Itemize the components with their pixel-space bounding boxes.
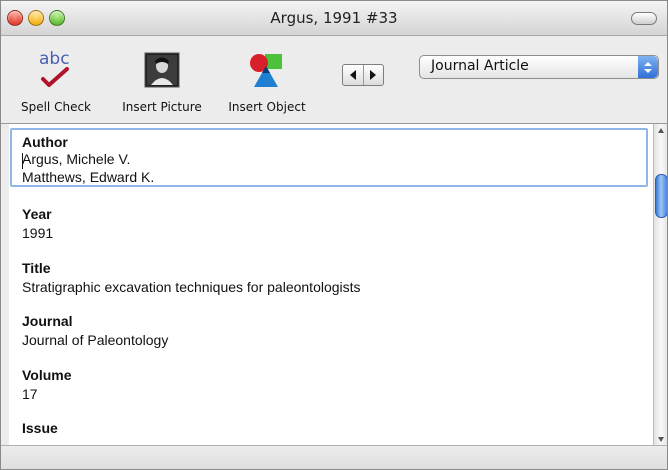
popup-arrows-icon (638, 56, 658, 78)
spell-check-button[interactable]: abc Spell Check (9, 36, 103, 122)
field-title[interactable]: Title Stratigraphic excavation technique… (9, 260, 653, 300)
status-bar (1, 445, 667, 469)
field-label: Year (22, 206, 52, 222)
scroll-thumb[interactable] (655, 174, 667, 218)
insert-picture-label: Insert Picture (122, 100, 202, 114)
field-issue[interactable]: Issue (9, 420, 653, 445)
spell-check-label: Spell Check (20, 100, 91, 114)
insert-picture-icon (143, 51, 181, 89)
field-volume[interactable]: Volume 17 (9, 367, 653, 407)
record-navigation (342, 64, 384, 86)
field-label: Journal (22, 313, 73, 329)
previous-reference-button[interactable] (343, 65, 364, 85)
title-bar[interactable]: Argus, 1991 #33 (1, 1, 667, 36)
toolbar-toggle-button[interactable] (631, 12, 657, 25)
field-label: Volume (22, 367, 72, 383)
next-reference-button[interactable] (363, 65, 383, 85)
left-arrow-icon (350, 70, 356, 80)
field-label: Issue (22, 420, 58, 436)
field-year[interactable]: Year 1991 (9, 206, 653, 246)
vertical-scrollbar[interactable] (653, 124, 667, 445)
scroll-down-button[interactable] (654, 433, 667, 445)
reference-window: Argus, 1991 #33 abc Spell Check Insert P… (0, 0, 668, 470)
insert-object-label: Insert Object (228, 100, 306, 114)
field-value-line[interactable]: 1991 (22, 225, 53, 241)
reference-type-value: Journal Article (431, 58, 529, 74)
field-value-line[interactable]: 17 (22, 386, 38, 402)
window-title: Argus, 1991 #33 (270, 9, 398, 27)
scroll-up-button[interactable] (654, 124, 667, 136)
reference-fields: Author Argus, Michele V. Matthews, Edwar… (9, 124, 653, 445)
toolbar: abc Spell Check Insert Picture Insert Ob… (1, 36, 667, 124)
field-value-line[interactable]: Journal of Paleontology (22, 332, 168, 348)
insert-object-button[interactable]: Insert Object (219, 36, 315, 122)
spell-check-icon: abc (37, 49, 75, 89)
field-value-line[interactable]: Stratigraphic excavation techniques for … (22, 279, 361, 295)
field-value-line[interactable]: Matthews, Edward K. (22, 169, 154, 185)
field-label: Author (22, 134, 68, 150)
insert-picture-button[interactable]: Insert Picture (114, 36, 210, 122)
field-author[interactable]: Author Argus, Michele V. Matthews, Edwar… (9, 128, 653, 190)
field-journal[interactable]: Journal Journal of Paleontology (9, 313, 653, 353)
right-arrow-icon (370, 70, 376, 80)
field-value-line[interactable]: Argus, Michele V. (22, 151, 130, 167)
field-label: Title (22, 260, 51, 276)
reference-type-select[interactable]: Journal Article (419, 55, 659, 79)
insert-object-icon (247, 51, 285, 89)
scroll-down-icon (658, 436, 664, 442)
scroll-up-icon (658, 127, 664, 133)
